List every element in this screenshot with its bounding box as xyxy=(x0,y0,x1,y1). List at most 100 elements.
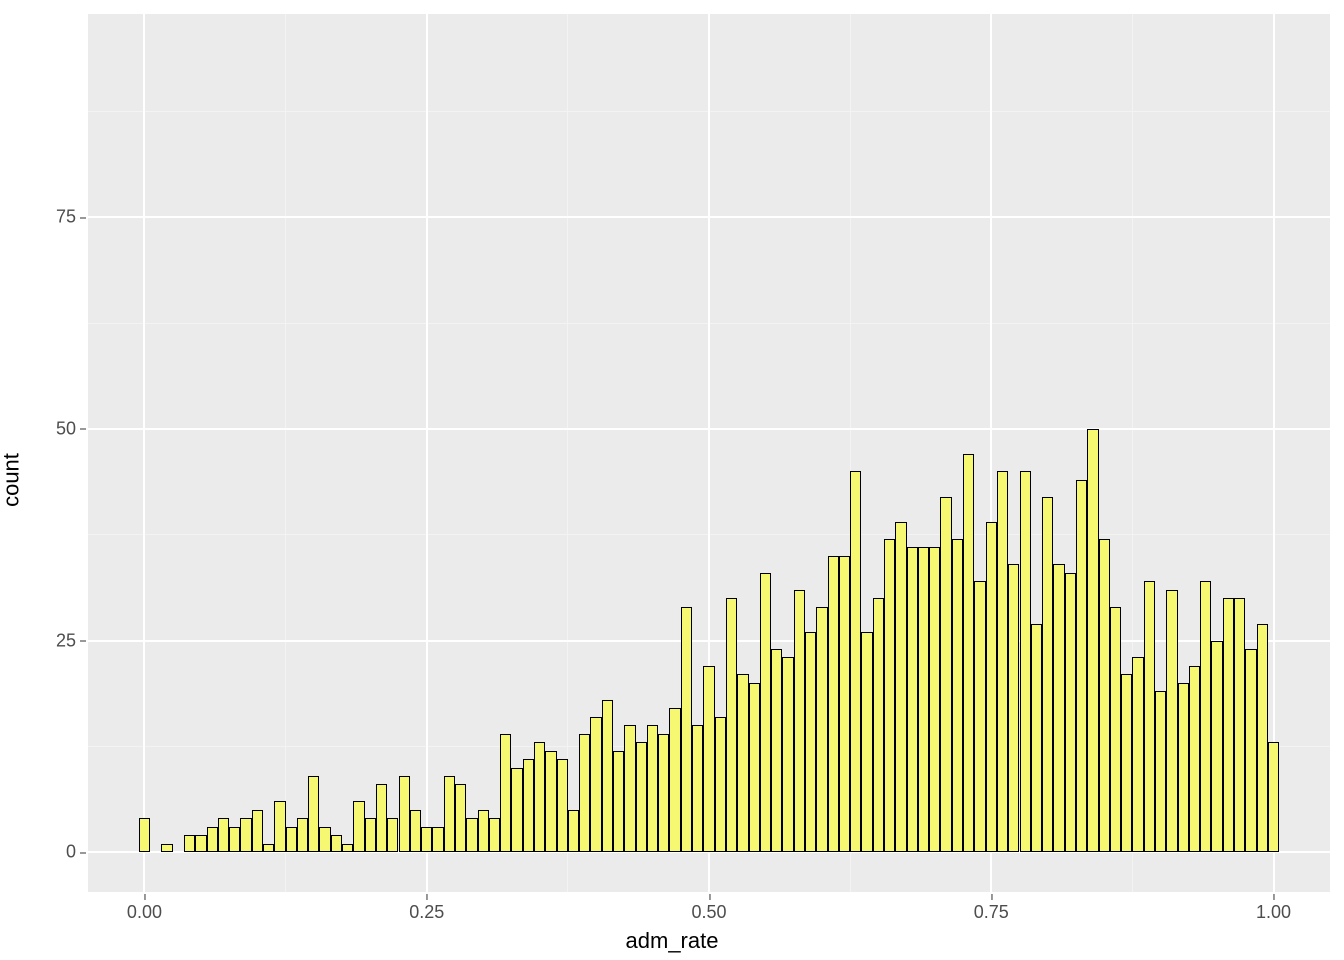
histogram-bar xyxy=(1155,691,1166,852)
histogram-bar xyxy=(365,818,376,852)
histogram-bar xyxy=(861,632,872,852)
bars-layer xyxy=(88,14,1330,892)
histogram-bar xyxy=(940,497,951,853)
histogram-bar xyxy=(252,810,263,852)
histogram-bar xyxy=(624,725,635,852)
histogram-bar xyxy=(466,818,477,852)
histogram-bar xyxy=(794,590,805,852)
histogram-bar xyxy=(218,818,229,852)
plot-panel: 0.000.250.500.751.000255075 xyxy=(88,14,1330,892)
y-axis-label: count xyxy=(0,453,24,507)
y-tick-label: 50 xyxy=(56,418,88,439)
x-tick-label: 0.25 xyxy=(409,892,444,923)
histogram-bar xyxy=(534,742,545,852)
histogram-bar xyxy=(297,818,308,852)
histogram-bar xyxy=(1223,598,1234,852)
histogram-bar xyxy=(602,700,613,852)
x-tick-label: 0.50 xyxy=(691,892,726,923)
histogram-bar xyxy=(195,835,206,852)
histogram-bar xyxy=(319,827,330,852)
histogram-bar xyxy=(399,776,410,852)
histogram-bar xyxy=(240,818,251,852)
y-tick-label: 25 xyxy=(56,630,88,651)
histogram-bar xyxy=(1268,742,1279,852)
histogram-bar xyxy=(715,717,726,852)
histogram-bar xyxy=(161,844,172,852)
histogram-bar xyxy=(749,683,760,852)
histogram-bar xyxy=(918,547,929,852)
histogram-bar xyxy=(997,471,1008,852)
histogram-bar xyxy=(590,717,601,852)
histogram-bar xyxy=(1144,581,1155,852)
histogram-bar xyxy=(331,835,342,852)
histogram-bar xyxy=(489,818,500,852)
histogram-bar xyxy=(771,649,782,852)
histogram-bar xyxy=(1245,649,1256,852)
x-tick-label: 1.00 xyxy=(1256,892,1291,923)
histogram-bar xyxy=(974,581,985,852)
histogram-bar xyxy=(907,547,918,852)
histogram-bar xyxy=(986,522,997,852)
histogram-bar xyxy=(421,827,432,852)
y-tick-label: 75 xyxy=(56,207,88,228)
x-tick-label: 0.00 xyxy=(127,892,162,923)
histogram-bar xyxy=(1099,539,1110,852)
histogram-bar xyxy=(1234,598,1245,852)
histogram-bar xyxy=(703,666,714,852)
histogram-bar xyxy=(1211,641,1222,853)
histogram-bar xyxy=(207,827,218,852)
histogram-bar xyxy=(1042,497,1053,853)
histogram-bar xyxy=(1257,624,1268,853)
histogram-bar xyxy=(692,725,703,852)
histogram-bar xyxy=(929,547,940,852)
histogram-bar xyxy=(274,801,285,852)
histogram-bar xyxy=(410,810,421,852)
histogram-bar xyxy=(669,708,680,852)
histogram-bar xyxy=(613,751,624,853)
histogram-bar xyxy=(658,734,669,853)
histogram-bar xyxy=(342,844,353,852)
histogram-bar xyxy=(139,818,150,852)
histogram-bar xyxy=(952,539,963,852)
histogram-bar xyxy=(681,607,692,853)
histogram-bar xyxy=(1008,564,1019,852)
histogram-bar xyxy=(308,776,319,852)
histogram-bar xyxy=(1132,657,1143,852)
x-tick-label: 0.75 xyxy=(974,892,1009,923)
histogram-bar xyxy=(1031,624,1042,853)
histogram-bar xyxy=(873,598,884,852)
histogram-bar xyxy=(1121,674,1132,852)
histogram-bar xyxy=(579,734,590,853)
histogram-bar xyxy=(1065,573,1076,852)
histogram-bar xyxy=(1053,564,1064,852)
histogram-bar xyxy=(828,556,839,852)
histogram-bar xyxy=(1189,666,1200,852)
histogram-bar xyxy=(1087,429,1098,852)
histogram-bar xyxy=(963,454,974,852)
histogram-bar xyxy=(263,844,274,852)
histogram-bar xyxy=(511,768,522,853)
histogram-bar xyxy=(1110,607,1121,853)
x-axis-label: adm_rate xyxy=(626,928,719,954)
histogram-bar xyxy=(432,827,443,852)
histogram-bar xyxy=(286,827,297,852)
histogram-bar xyxy=(523,759,534,852)
histogram-bar xyxy=(1166,590,1177,852)
histogram-bar xyxy=(884,539,895,852)
histogram-bar xyxy=(444,776,455,852)
histogram-bar xyxy=(816,607,827,853)
histogram-bar xyxy=(184,835,195,852)
histogram-bar xyxy=(737,674,748,852)
histogram-bar xyxy=(1200,581,1211,852)
histogram-bar xyxy=(1076,480,1087,853)
histogram-bar xyxy=(229,827,240,852)
histogram-bar xyxy=(387,818,398,852)
histogram-bar xyxy=(636,742,647,852)
histogram-bar xyxy=(726,598,737,852)
histogram-bar xyxy=(1020,471,1031,852)
histogram-bar xyxy=(557,759,568,852)
histogram-bar xyxy=(353,801,364,852)
histogram-bar xyxy=(805,632,816,852)
histogram-bar xyxy=(782,657,793,852)
histogram-bar xyxy=(478,810,489,852)
